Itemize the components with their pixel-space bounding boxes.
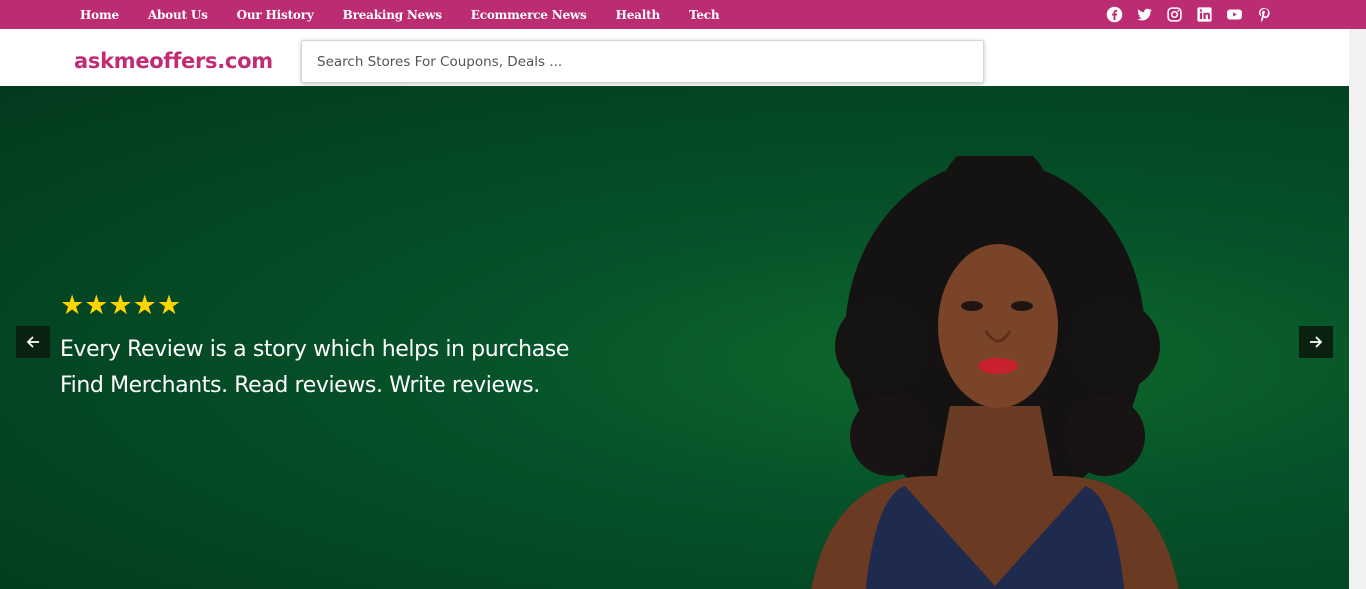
pinterest-icon[interactable] bbox=[1256, 6, 1273, 23]
instagram-icon[interactable] bbox=[1166, 6, 1183, 23]
slider-next-button[interactable] bbox=[1299, 326, 1333, 358]
top-nav-bar: Home About Us Our History Breaking News … bbox=[0, 0, 1366, 29]
main-menu: Home About Us Our History Breaking News … bbox=[80, 0, 748, 29]
nav-our-history[interactable]: Our History bbox=[237, 8, 314, 22]
hero-slider: ★★★★★ Every Review is a story which help… bbox=[0, 86, 1349, 589]
nav-home[interactable]: Home bbox=[80, 8, 119, 22]
hero-portrait-image bbox=[811, 156, 1179, 589]
nav-breaking-news[interactable]: Breaking News bbox=[343, 8, 442, 22]
twitter-icon[interactable] bbox=[1136, 6, 1153, 23]
youtube-icon[interactable] bbox=[1226, 6, 1243, 23]
social-links bbox=[1106, 6, 1286, 23]
site-header: askmeoffers.com bbox=[0, 29, 1349, 86]
arrow-right-icon bbox=[1310, 336, 1323, 348]
facebook-icon[interactable] bbox=[1106, 6, 1123, 23]
linkedin-icon[interactable] bbox=[1196, 6, 1213, 23]
nav-about-us[interactable]: About Us bbox=[148, 8, 208, 22]
store-search-input[interactable] bbox=[301, 40, 984, 83]
hero-subheadline: Find Merchants. Read reviews. Write revi… bbox=[60, 373, 540, 398]
rating-stars: ★★★★★ bbox=[60, 290, 182, 321]
nav-health[interactable]: Health bbox=[616, 8, 661, 22]
arrow-left-icon bbox=[26, 336, 39, 348]
page-scrollbar[interactable] bbox=[1349, 29, 1366, 589]
nav-tech[interactable]: Tech bbox=[689, 8, 720, 22]
nav-ecommerce-news[interactable]: Ecommerce News bbox=[471, 8, 587, 22]
hero-headline: Every Review is a story which helps in p… bbox=[60, 337, 569, 362]
slider-prev-button[interactable] bbox=[16, 326, 50, 358]
site-logo[interactable]: askmeoffers.com bbox=[74, 49, 273, 73]
